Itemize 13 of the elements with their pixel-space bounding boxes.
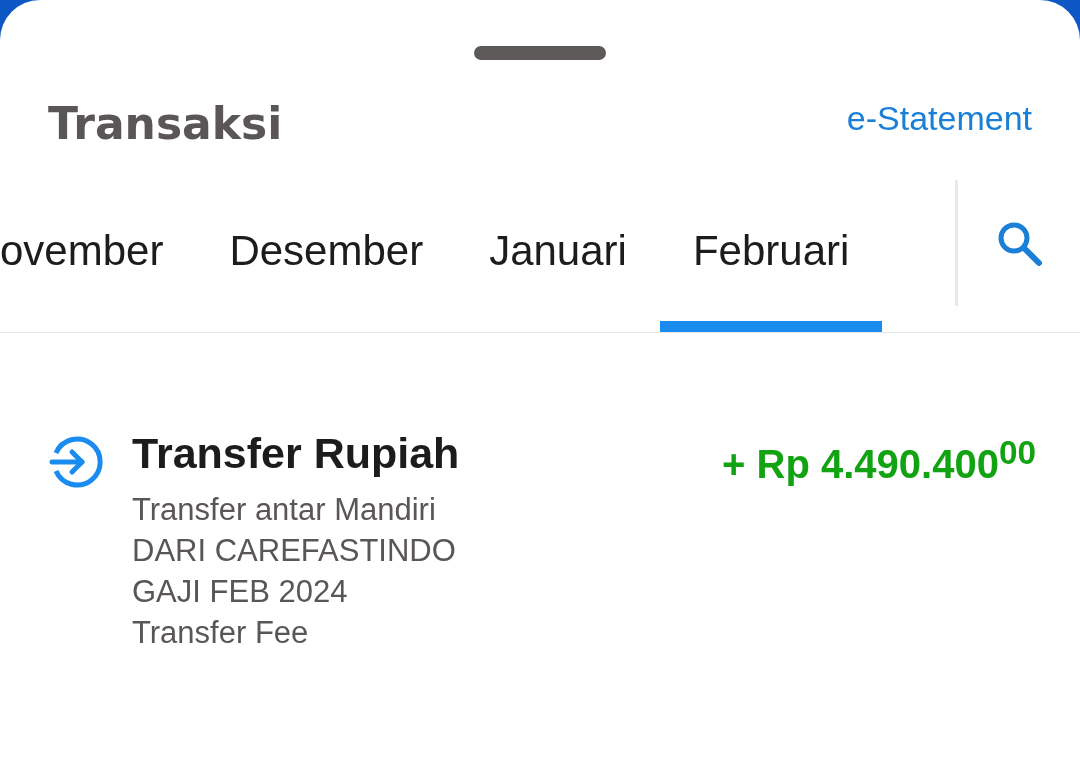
page-title: Transaksi bbox=[48, 97, 283, 151]
transaction-detail: GAJI FEB 2024 bbox=[132, 573, 349, 611]
transaction-detail: DARI CAREFASTINDO bbox=[132, 532, 457, 570]
drag-handle[interactable] bbox=[474, 46, 606, 60]
e-statement-link[interactable]: e-Statement bbox=[846, 96, 1032, 140]
month-tab[interactable]: Februari bbox=[659, 180, 883, 332]
month-tab[interactable]: ovember bbox=[0, 180, 197, 332]
transaction-title: Transfer Rupiah bbox=[132, 428, 461, 479]
transaction-detail: Transfer Fee bbox=[132, 614, 310, 652]
transaction-detail: Transfer antar Mandiri bbox=[132, 491, 437, 529]
month-tab[interactable]: Desember bbox=[196, 180, 457, 332]
transaction-amount: + Rp 4.490.400$^{00}$ bbox=[722, 433, 1036, 489]
month-tab[interactable]: Januari bbox=[456, 180, 660, 332]
